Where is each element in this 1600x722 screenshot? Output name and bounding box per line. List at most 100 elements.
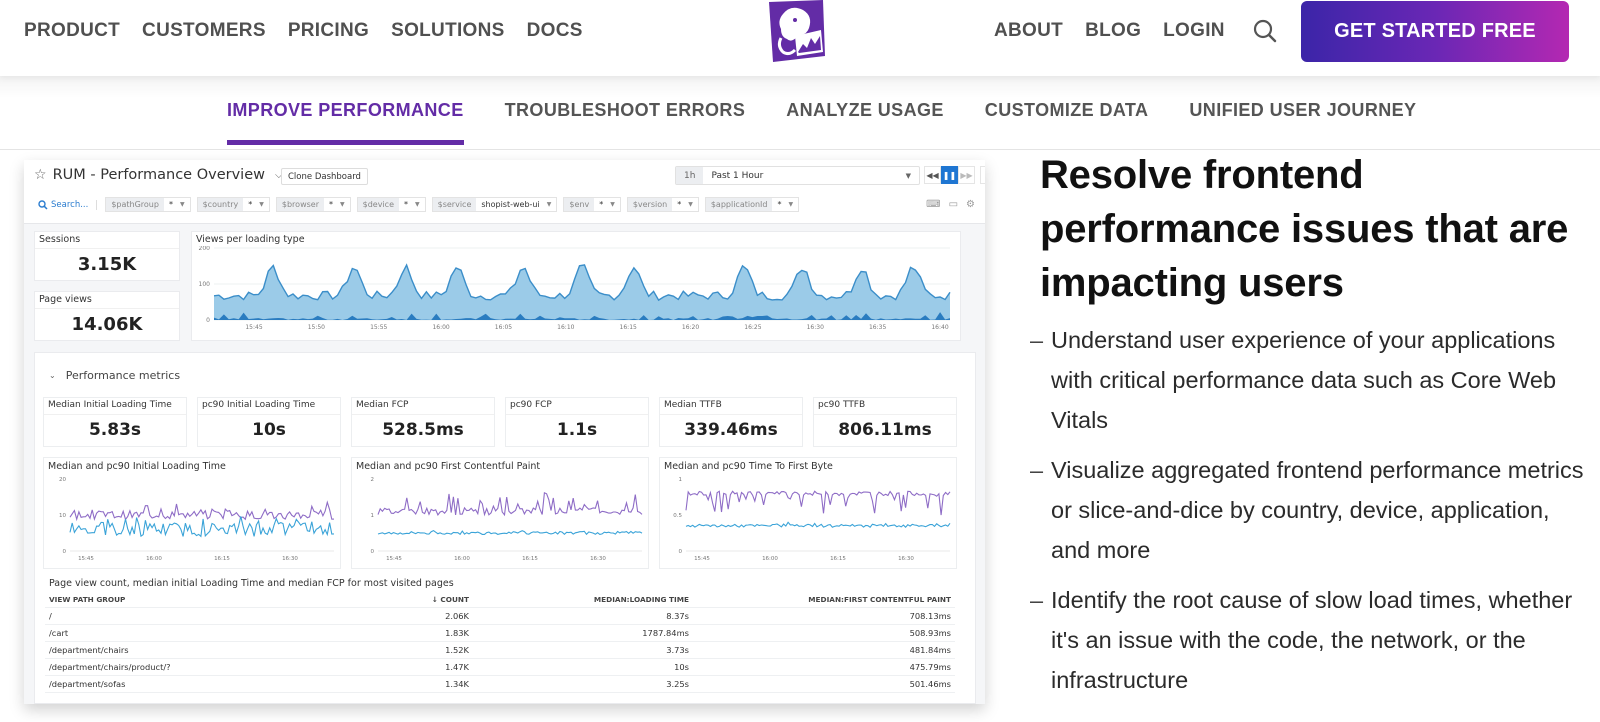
sessions-value: 3.15K — [77, 254, 137, 275]
collapse-chevron-icon[interactable]: ⌄ — [49, 371, 56, 380]
views-per-loading-type-chart[interactable]: Views per loading type 200 100 0 15:45 15:50… — [191, 231, 961, 341]
tab-troubleshoot-errors[interactable]: TROUBLESHOOT ERRORS — [505, 100, 746, 145]
x-tick-label: 16:20 — [682, 324, 699, 331]
time-to-first-byte-chart[interactable]: Median and pc90 Time To First Byte 1 0.5 0… — [659, 457, 957, 569]
nav-link-about[interactable]: ABOUT — [994, 20, 1063, 42]
filter-key: $pathGroup — [106, 198, 164, 211]
y-tick-label: 200 — [199, 246, 211, 252]
col-median-loading-time[interactable]: MEDIAN:LOADING TIME — [473, 595, 693, 604]
dash-bullet-icon: – — [1030, 327, 1044, 353]
tab-customize-data[interactable]: CUSTOMIZE DATA — [985, 100, 1149, 145]
first-contentful-paint-chart[interactable]: Median and pc90 First Contentful Paint 2… — [351, 457, 649, 569]
filter-key: $applicationId — [705, 198, 773, 211]
col-count[interactable]: ↓ COUNT — [413, 595, 473, 604]
y-tick-label: 0 — [63, 549, 67, 555]
table-cell: 3.25s — [666, 679, 689, 689]
table-cell: 3.73s — [666, 645, 689, 655]
table-row[interactable]: /department/chairs 1.52K 3.73s 481.84ms — [45, 642, 955, 659]
filter-chip[interactable]: $applicationId * ▼ — [704, 197, 800, 212]
y-tick-label: 1 — [371, 513, 375, 519]
star-icon[interactable]: ☆ — [34, 167, 47, 183]
gear-icon[interactable]: ⚙ — [966, 199, 975, 210]
page-views-widget[interactable]: Page views 14.06K — [34, 291, 180, 341]
filter-chip[interactable]: $pathGroup * ▼ — [105, 197, 191, 212]
y-tick-label: 0 — [206, 317, 210, 324]
tab-unified-user-journey[interactable]: UNIFIED USER JOURNEY — [1189, 100, 1416, 145]
initial-loading-time-chart[interactable]: Median and pc90 Initial Loading Time 20 1… — [43, 457, 341, 569]
table-row[interactable]: / 2.06K 8.37s 708.13ms — [45, 608, 955, 625]
nav-link-product[interactable]: PRODUCT — [24, 20, 120, 42]
table-row[interactable]: /department/sofas 1.34K 3.25s 501.46ms — [45, 676, 955, 693]
filter-chip[interactable]: $version * ▼ — [626, 197, 699, 212]
bullet-item: – Understand user experience of your appl… — [1030, 320, 1590, 440]
filter-chip[interactable]: $browser * ▼ — [275, 197, 351, 212]
pc90-line — [685, 490, 951, 516]
x-tick-label: 15:45 — [386, 556, 402, 562]
rewind-icon[interactable]: ◀◀ — [924, 166, 941, 184]
x-tick-label: 16:15 — [620, 324, 637, 331]
clone-dashboard-button[interactable]: Clone Dashboard — [281, 168, 368, 185]
filter-chip[interactable]: $country * ▼ — [196, 197, 270, 212]
metric-label: pc90 TTFB — [818, 400, 866, 410]
filter-key: $env — [564, 198, 595, 211]
magnify-icon[interactable]: ⌕ — [980, 166, 985, 184]
feature-bullets: – Understand user experience of your appl… — [1030, 320, 1590, 710]
col-view-path-group[interactable]: VIEW PATH GROUP — [45, 595, 413, 604]
dashboard-search[interactable]: Search... — [38, 199, 98, 210]
metric-pc90-fcp[interactable]: pc90 FCP 1.1s — [505, 397, 649, 447]
metric-pc90-ttfb[interactable]: pc90 TTFB 806.11ms — [813, 397, 957, 447]
tab-analyze-usage[interactable]: ANALYZE USAGE — [786, 100, 944, 145]
bullet-text: Identify the root cause of slow load tim… — [1051, 587, 1573, 693]
playback-controls: ◀◀ ❚❚ ▶▶ — [924, 166, 975, 184]
metric-label: Median Initial Loading Time — [48, 400, 172, 410]
filter-key: $service — [432, 198, 477, 211]
table-cell: /cart — [49, 628, 69, 638]
col-median-fcp[interactable]: MEDIAN:FIRST CONTENTFUL PAINT — [693, 595, 955, 604]
caret-down-icon: ▼ — [610, 201, 615, 208]
metric-median-ttfb[interactable]: Median TTFB 339.46ms — [659, 397, 803, 447]
filter-chip[interactable]: $device * ▼ — [356, 197, 426, 212]
nav-link-solutions[interactable]: SOLUTIONS — [391, 20, 505, 42]
metric-median-initial-loading-time[interactable]: Median Initial Loading Time 5.83s — [43, 397, 187, 447]
table-cell: 708.13ms — [909, 611, 951, 621]
search-icon[interactable] — [1252, 18, 1278, 44]
performance-metrics-header[interactable]: ⌄ Performance metrics — [49, 369, 180, 382]
filter-chip[interactable]: $env * ▼ — [563, 197, 621, 212]
nav-link-pricing[interactable]: PRICING — [288, 20, 369, 42]
tab-improve-performance[interactable]: IMPROVE PERFORMANCE — [227, 100, 464, 145]
filter-value-text: * — [329, 200, 333, 209]
filter-key: $browser — [276, 198, 324, 211]
chart-title: Median and pc90 Time To First Byte — [664, 461, 833, 472]
feature-tabs-bar: IMPROVE PERFORMANCE TROUBLESHOOT ERRORS … — [0, 76, 1600, 150]
caret-down-icon: ▼ — [259, 201, 264, 208]
nav-link-login[interactable]: LOGIN — [1163, 20, 1225, 42]
bullet-text: Visualize aggregated frontend performanc… — [1051, 457, 1584, 563]
tv-mode-icon[interactable]: ▭ — [949, 199, 958, 210]
x-tick-label: 16:15 — [522, 556, 538, 562]
metric-pc90-initial-loading-time[interactable]: pc90 Initial Loading Time 10s — [197, 397, 341, 447]
chart-title: Median and pc90 First Contentful Paint — [356, 461, 541, 472]
top-navigation: PRODUCT CUSTOMERS PRICING SOLUTIONS DOCS… — [0, 0, 1600, 76]
keyboard-icon[interactable]: ⌨ — [926, 199, 940, 210]
table-row[interactable]: /department/chairs/product/? 1.47K 10s 475.… — [45, 659, 955, 676]
metric-median-fcp[interactable]: Median FCP 528.5ms — [351, 397, 495, 447]
x-tick-label: 16:00 — [454, 556, 470, 562]
table-cell: 1.83K — [445, 628, 469, 638]
filter-chip[interactable]: $service shopist-web-ui ▼ — [431, 197, 558, 212]
table-row[interactable]: /cart 1.83K 1787.84ms 508.93ms — [45, 625, 955, 642]
nav-link-docs[interactable]: DOCS — [527, 20, 583, 42]
filter-value: * ▼ — [324, 200, 350, 209]
pause-icon[interactable]: ❚❚ — [941, 166, 958, 184]
get-started-free-button[interactable]: GET STARTED FREE — [1301, 1, 1569, 62]
fast-forward-icon[interactable]: ▶▶ — [958, 166, 975, 184]
x-tick-label: 16:30 — [282, 556, 298, 562]
nav-link-customers[interactable]: CUSTOMERS — [142, 20, 266, 42]
filter-value: * ▼ — [672, 200, 698, 209]
x-tick-label: 16:00 — [762, 556, 778, 562]
time-range-picker[interactable]: 1h Past 1 Hour ▼ — [675, 166, 920, 185]
sessions-widget[interactable]: Sessions 3.15K — [34, 231, 180, 281]
datadog-logo-icon[interactable] — [765, 0, 829, 66]
table-cell: 8.37s — [666, 611, 689, 621]
nav-link-blog[interactable]: BLOG — [1085, 20, 1141, 42]
x-tick-label: 16:30 — [590, 556, 606, 562]
